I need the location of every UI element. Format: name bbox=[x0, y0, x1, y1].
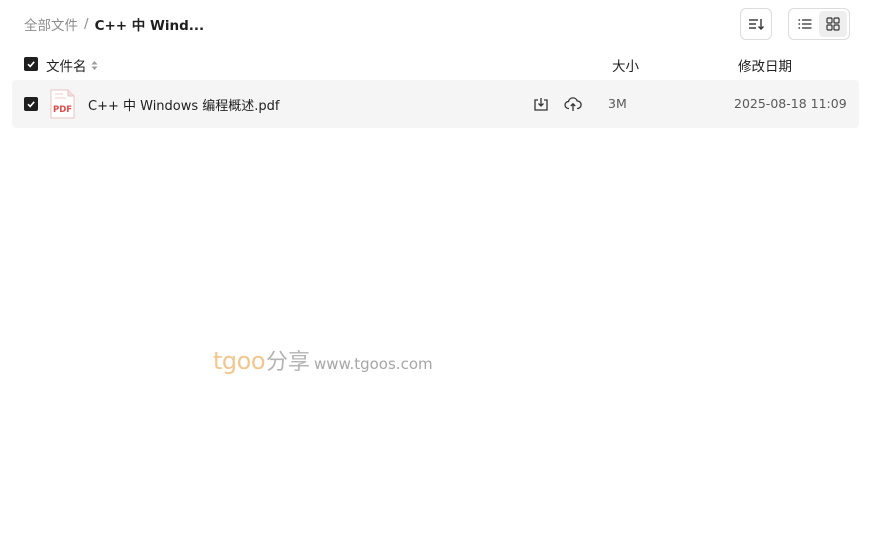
list-view-icon bbox=[798, 19, 812, 29]
download-button[interactable] bbox=[531, 94, 551, 114]
row-checkbox[interactable] bbox=[24, 97, 38, 111]
select-all-checkbox[interactable] bbox=[24, 57, 38, 71]
grid-view-icon bbox=[826, 17, 840, 31]
list-view-button[interactable] bbox=[791, 11, 819, 37]
column-header-name[interactable]: 文件名 bbox=[46, 55, 98, 75]
cloud-upload-icon bbox=[564, 97, 582, 111]
download-icon bbox=[534, 98, 548, 111]
file-size: 3M bbox=[608, 96, 627, 111]
sort-button[interactable] bbox=[740, 8, 772, 40]
sort-caret-icon bbox=[91, 60, 97, 70]
save-to-cloud-button[interactable] bbox=[563, 94, 583, 114]
table-header: 文件名 大小 修改日期 bbox=[24, 54, 854, 75]
watermark: tgoo 分享 www.tgoos.com bbox=[213, 344, 433, 376]
file-modified-date: 2025-08-18 11:09 bbox=[734, 96, 847, 111]
breadcrumb-separator: / bbox=[84, 16, 89, 32]
column-header-name-label: 文件名 bbox=[46, 59, 87, 75]
file-name[interactable]: C++ 中 Windows 编程概述.pdf bbox=[88, 95, 280, 114]
column-header-size[interactable]: 大小 bbox=[612, 55, 639, 75]
breadcrumb: 全部文件 / C++ 中 Wind... bbox=[24, 14, 205, 34]
grid-view-button[interactable] bbox=[819, 11, 847, 37]
view-toggle bbox=[788, 8, 850, 40]
breadcrumb-current: C++ 中 Wind... bbox=[94, 18, 205, 34]
column-header-date[interactable]: 修改日期 bbox=[738, 55, 792, 75]
pdf-type-label: PDF bbox=[53, 105, 72, 115]
watermark-url: www.tgoos.com bbox=[314, 355, 433, 373]
watermark-brand-latin: tgoo bbox=[213, 347, 266, 375]
sort-icon bbox=[749, 19, 764, 30]
breadcrumb-root-link[interactable]: 全部文件 bbox=[24, 14, 78, 34]
pdf-file-icon: PDF bbox=[50, 89, 75, 119]
table-row[interactable]: PDF C++ 中 Windows 编程概述.pdf 3M 2025-08-18… bbox=[12, 80, 859, 128]
watermark-brand-cn: 分享 bbox=[266, 350, 311, 375]
checkmark-icon bbox=[27, 101, 35, 108]
checkmark-icon bbox=[27, 61, 35, 68]
